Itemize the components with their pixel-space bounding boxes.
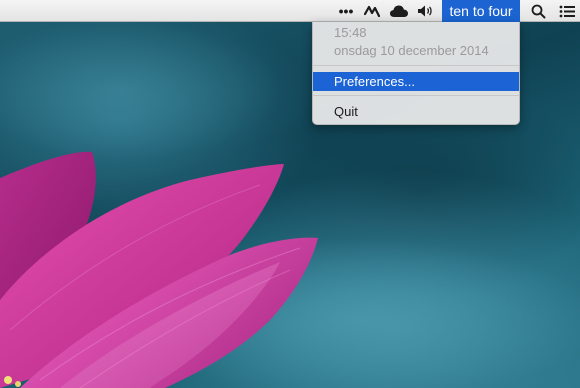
spotlight-search-icon[interactable] — [529, 0, 547, 22]
more-dots-icon[interactable]: ••• — [336, 0, 356, 22]
activity-icon[interactable] — [362, 0, 382, 22]
cloud-icon[interactable] — [388, 0, 410, 22]
clock-menu-item[interactable]: ten to four — [442, 0, 520, 22]
menu-bar: ••• ten to four — [0, 0, 580, 22]
menu-separator — [313, 95, 519, 96]
current-date: onsdag 10 december 2014 — [334, 43, 489, 58]
desktop: ••• ten to four 15:48 onsdag 10 december… — [0, 0, 580, 388]
clock-dropdown-menu: 15:48 onsdag 10 december 2014 Preference… — [312, 22, 520, 125]
preferences-menu-item[interactable]: Preferences... — [313, 72, 519, 91]
quit-menu-item[interactable]: Quit — [313, 102, 519, 121]
volume-icon[interactable] — [416, 0, 434, 22]
current-time: 15:48 — [334, 25, 367, 40]
menu-separator — [313, 65, 519, 66]
notification-list-icon[interactable] — [557, 0, 577, 22]
